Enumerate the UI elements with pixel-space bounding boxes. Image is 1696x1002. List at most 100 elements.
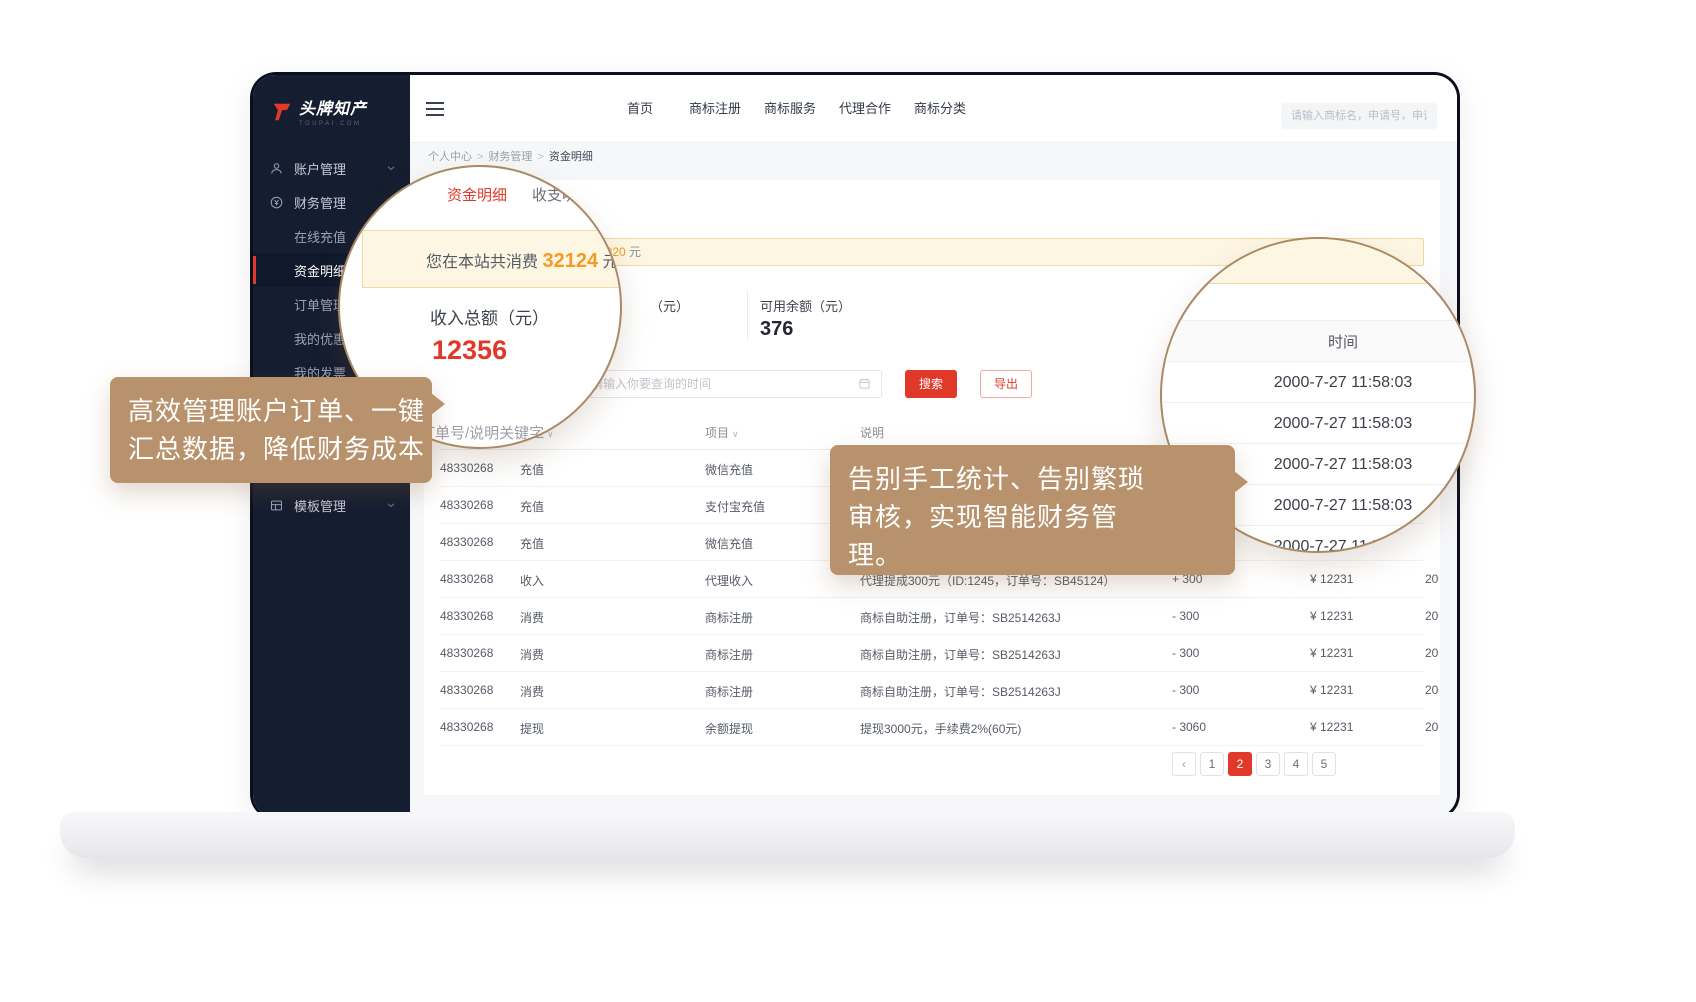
nav-item-代理合作[interactable]: 代理合作 xyxy=(839,75,891,143)
left-callout-tooltip: 高效管理账户订单、一键 汇总数据，降低财务成本 xyxy=(110,377,432,483)
pagination-page-4[interactable]: 4 xyxy=(1284,752,1308,776)
breadcrumb-item[interactable]: 个人中心 xyxy=(428,151,472,163)
magnified-income-value: 12356 xyxy=(432,335,507,366)
cell-time: 2000-7-27 11:58:03 xyxy=(1425,683,1439,697)
right-callout-tooltip: 告别手工统计、告别繁琐 审核，实现智能财务管 理。 xyxy=(830,445,1235,575)
sidebar-item-label: 模板管理 xyxy=(294,496,346,515)
cell-type: 提现 xyxy=(520,720,544,737)
sidebar-item-label: 账户管理 xyxy=(294,159,346,178)
cell-order: 48330268 xyxy=(440,646,493,660)
trademark-search-input[interactable] xyxy=(1281,103,1437,129)
cell-project: 余额提现 xyxy=(705,720,753,737)
tooltip-arrow-icon xyxy=(431,393,445,415)
cell-order: 48330268 xyxy=(440,572,493,586)
user-icon xyxy=(269,161,284,176)
cell-time: 2000-7-27 11:58:03 xyxy=(1425,646,1439,660)
magnified-order-header: 订单号/说明关键字 xyxy=(420,422,544,443)
pagination-page-3[interactable]: 3 xyxy=(1256,752,1280,776)
search-button[interactable]: 搜索 xyxy=(905,370,957,398)
cell-project: 微信充值 xyxy=(705,461,753,478)
magnified-time-header: 时间 xyxy=(1162,320,1474,362)
pagination: ‹12345 xyxy=(1172,752,1336,776)
magnified-income-label: 收入总额（元） xyxy=(430,304,549,329)
cell-time: 2000-7-27 11:58:03 xyxy=(1425,572,1439,586)
col-project-header[interactable]: 项目∨ xyxy=(705,424,739,441)
sidebar-item-label: 财务管理 xyxy=(294,193,346,212)
table-row: 48330268 消费 商标注册 商标自助注册，订单号：SB2514263J - 300… xyxy=(440,635,1424,672)
nav-item-商标服务[interactable]: 商标服务 xyxy=(764,75,816,143)
magnified-notice-edge xyxy=(1160,237,1476,284)
tooltip-line: 汇总数据，降低财务成本 xyxy=(128,430,414,468)
cell-project: 商标注册 xyxy=(705,683,753,700)
cell-project: 商标注册 xyxy=(705,609,753,626)
table-row: 48330268消费商标注册商标自助注册，订单号：SB2514263J- 300… xyxy=(440,672,1424,709)
cell-project: 微信充值 xyxy=(705,535,753,552)
magnified-tab-funds: 资金明细 xyxy=(447,184,507,205)
sidebar-item-label: 资金明细 xyxy=(294,261,346,280)
magnified-time-row: 2000-7-27 11:58:03 xyxy=(1162,403,1474,444)
cell-time: 2000-7-27 11:58:03 xyxy=(1425,609,1439,623)
cell-balance: ¥ 12231 xyxy=(1310,609,1353,623)
export-button[interactable]: 导出 xyxy=(980,370,1032,398)
laptop-base xyxy=(60,812,1515,858)
cell-amount: - 300 xyxy=(1172,609,1199,623)
table-row: 48330268提现余额提现提现3000元，手续费2%(60元)- 3060¥ … xyxy=(440,709,1424,746)
sort-caret-icon: ∨ xyxy=(732,429,739,439)
magnified-time-row: 2000-7-27 11:58:03 xyxy=(1162,362,1474,403)
sidebar-item-模板管理[interactable]: 模板管理 xyxy=(253,488,410,522)
cell-order: 48330268 xyxy=(440,720,493,734)
cell-order: 48330268 xyxy=(440,461,493,475)
tooltip-line: 审核，实现智能财务管 xyxy=(848,498,1217,536)
tooltip-arrow-icon xyxy=(1234,471,1248,493)
hamburger-menu-icon[interactable] xyxy=(426,102,444,116)
cell-balance: ¥ 12231 xyxy=(1310,720,1353,734)
logo-icon xyxy=(271,101,293,123)
cell-project: 支付宝充值 xyxy=(705,498,765,515)
sidebar-item-账户管理[interactable]: 账户管理 xyxy=(253,151,410,185)
available-balance-label: 可用余额（元） xyxy=(760,296,851,315)
cell-balance: ¥ 12231 xyxy=(1310,646,1353,660)
cell-amount: - 300 xyxy=(1172,646,1199,660)
cell-type: 充值 xyxy=(520,461,544,478)
stat-divider xyxy=(747,290,748,340)
available-balance-value: 376 xyxy=(760,318,793,341)
cell-type: 充值 xyxy=(520,535,544,552)
cell-desc: 商标自助注册，订单号：SB2514263J xyxy=(860,646,1061,663)
tooltip-line: 告别手工统计、告别繁琐 xyxy=(848,460,1217,498)
cell-amount: - 300 xyxy=(1172,683,1199,697)
cell-desc: 商标自助注册，订单号：SB2514263J xyxy=(860,683,1061,700)
cell-type: 收入 xyxy=(520,572,544,589)
cell-project: 商标注册 xyxy=(705,646,753,663)
nav-item-商标注册[interactable]: 商标注册 xyxy=(689,75,741,143)
cell-order: 48330268 xyxy=(440,535,493,549)
table-row: 48330268 消费 商标注册 商标自助注册，订单号：SB2514263J - 300… xyxy=(440,598,1424,635)
date-query-input[interactable] xyxy=(578,370,882,398)
cell-desc: 提现3000元，手续费2%(60元) xyxy=(860,720,1021,737)
nav-item-商标分类[interactable]: 商标分类 xyxy=(914,75,966,143)
pagination-page-2[interactable]: 2 xyxy=(1228,752,1252,776)
cell-type: 消费 xyxy=(520,646,544,663)
cell-desc: 商标自助注册，订单号：SB2514263J xyxy=(860,609,1061,626)
nav-item-首页[interactable]: 首页 xyxy=(627,75,653,143)
cell-type: 消费 xyxy=(520,683,544,700)
col-desc-header: 说明 xyxy=(860,424,884,441)
cell-order: 48330268 xyxy=(440,498,493,512)
magnified-tab-income: 收支明细 xyxy=(532,184,592,205)
pagination-page-5[interactable]: 5 xyxy=(1312,752,1336,776)
pagination-page-1[interactable]: 1 xyxy=(1200,752,1224,776)
cell-balance: ¥ 12231 xyxy=(1310,572,1353,586)
breadcrumb-current: 资金明细 xyxy=(549,151,593,163)
template-icon xyxy=(269,498,284,513)
chevron-down-icon xyxy=(385,499,397,511)
top-header: 首页商标注册商标服务代理合作商标分类 xyxy=(410,75,1457,143)
cell-order: 48330268 xyxy=(440,609,493,623)
cell-type: 消费 xyxy=(520,609,544,626)
cell-balance: ¥ 12231 xyxy=(1310,683,1353,697)
cell-time: 2000-7-27 11:58:03 xyxy=(1425,720,1439,734)
finance-icon xyxy=(269,195,284,210)
magnified-notice-text: 您在本站共消费 32124 元 xyxy=(426,248,619,273)
page: 头牌知产 TOUPAI.COM 账户管理财务管理在线充值资金明细订单管理我的优惠… xyxy=(0,0,1696,1002)
breadcrumb-item[interactable]: 财务管理 xyxy=(488,151,532,163)
pagination-prev[interactable]: ‹ xyxy=(1172,752,1196,776)
breadcrumb: 个人中心>财务管理>资金明细 xyxy=(428,148,593,164)
